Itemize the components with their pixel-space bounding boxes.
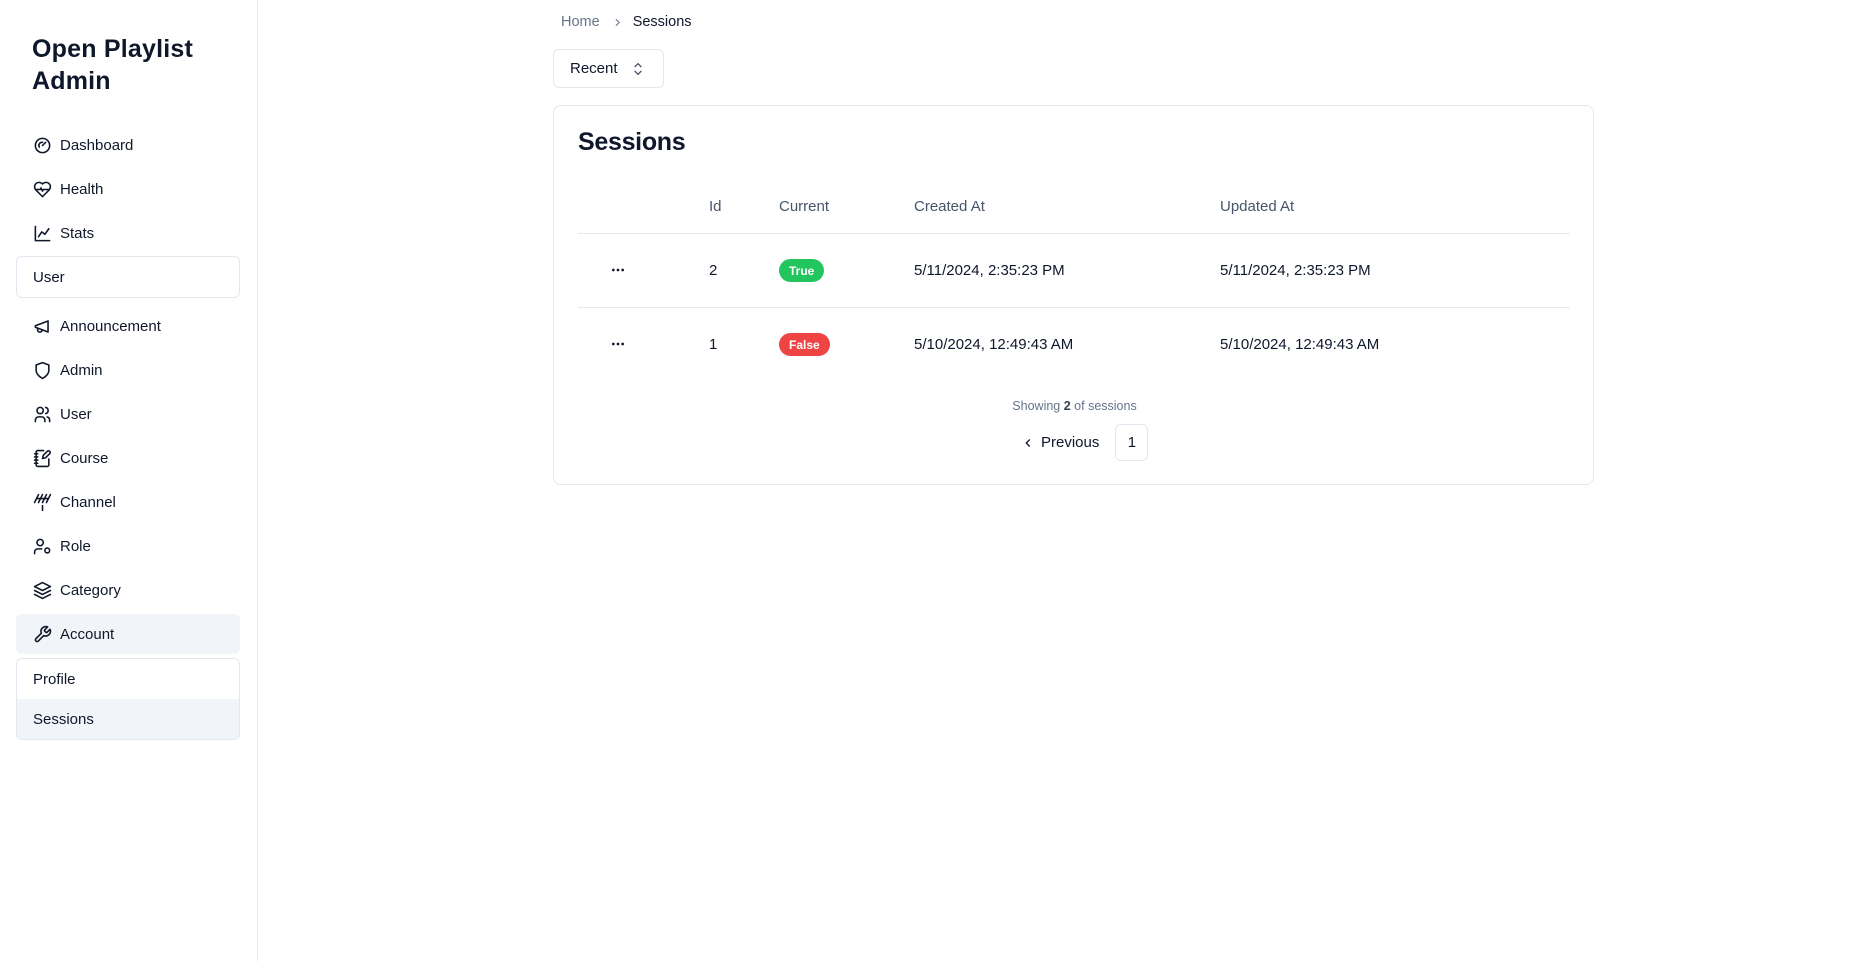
sidebar-item-admin[interactable]: Admin [16, 350, 240, 390]
chevron-left-icon [1025, 438, 1031, 447]
user-cog-icon [32, 536, 52, 556]
breadcrumb-current: Sessions [632, 14, 692, 30]
sidebar-item-label: Admin [60, 361, 103, 379]
sidebar-item-course[interactable]: Course [16, 438, 240, 478]
sidebar-item-label: Sessions [33, 710, 94, 728]
status-badge: False [779, 333, 830, 356]
sidebar-item-user[interactable]: User [16, 394, 240, 434]
users-icon [32, 404, 52, 424]
sidebar-item-label: User [60, 405, 92, 423]
results-count: 2 [1063, 399, 1071, 413]
sidebar-item-label: Role [60, 537, 91, 555]
row-actions-icon[interactable] [608, 334, 628, 354]
page-title: Sessions [578, 128, 686, 156]
sort-select-value: Recent [570, 60, 618, 77]
sidebar-group-account: Profile Sessions [16, 658, 240, 740]
sidebar-item-label: Dashboard [60, 136, 134, 154]
table-header: Id Current Created At Updated At [578, 178, 1570, 234]
page-button-1[interactable]: 1 [1115, 424, 1149, 461]
sidebar-subitem-profile[interactable]: Profile [17, 659, 239, 699]
previous-page-button[interactable]: Previous [1013, 424, 1111, 461]
sidebar-item-label: Account [60, 625, 115, 643]
chevron-right-icon [611, 16, 624, 29]
megaphone-icon [32, 316, 52, 336]
sidebar-item-category[interactable]: Category [16, 570, 240, 610]
row-actions-icon[interactable] [608, 260, 628, 280]
table-row: 1 False 5/10/2024, 12:49:43 AM 5/10/2024… [578, 308, 1570, 382]
column-header-current: Current [779, 198, 830, 215]
sidebar-subitem-sessions[interactable]: Sessions [17, 699, 239, 739]
pagination: Previous 1 [1013, 424, 1149, 461]
sidebar-item-role[interactable]: Role [16, 526, 240, 566]
notebook-pen-icon [32, 448, 52, 468]
cell-created-at: 5/11/2024, 2:35:23 PM [914, 262, 1065, 279]
cell-id: 1 [709, 336, 718, 353]
sidebar: Open Playlist Admin Dashboard Health Sta… [0, 0, 258, 961]
table-row: 2 True 5/11/2024, 2:35:23 PM 5/11/2024, … [578, 234, 1570, 308]
sort-select[interactable]: Recent [553, 49, 664, 88]
cell-updated-at: 5/11/2024, 2:35:23 PM [1220, 262, 1371, 279]
results-summary-prefix: Showing [1012, 399, 1061, 413]
sidebar-item-label: Course [60, 449, 109, 467]
sidebar-item-account[interactable]: Account [16, 614, 240, 654]
layers-icon [32, 580, 52, 600]
cell-id: 2 [709, 262, 718, 279]
sidebar-item-label: Stats [60, 224, 95, 242]
cell-created-at: 5/10/2024, 12:49:43 AM [914, 336, 1074, 353]
sidebar-item-channel[interactable]: Channel [16, 482, 240, 522]
antenna-icon [32, 492, 52, 512]
sidebar-item-label: Health [60, 180, 104, 198]
column-header-updated-at: Updated At [1220, 198, 1295, 215]
sidebar-item-dashboard[interactable]: Dashboard [16, 125, 240, 165]
breadcrumb-home-link[interactable]: Home [561, 14, 600, 30]
sidebar-item-label: Channel [60, 493, 116, 511]
sidebar-item-label: Category [60, 581, 121, 599]
gauge-icon [32, 135, 52, 155]
line-chart-icon [32, 223, 52, 243]
sidebar-group-user: User [16, 256, 240, 298]
wrench-icon [32, 624, 52, 644]
app-title: Open Playlist Admin [32, 35, 193, 95]
results-summary: Showing 2 of sessions [554, 399, 1595, 413]
results-summary-suffix: of sessions [1074, 399, 1137, 413]
chevrons-up-down-icon [630, 61, 646, 77]
sidebar-item-stats[interactable]: Stats [16, 213, 240, 253]
sidebar-subitem-user[interactable]: User [17, 257, 239, 297]
sidebar-item-health[interactable]: Health [16, 169, 240, 209]
sidebar-item-label: Profile [33, 670, 76, 688]
breadcrumb: Home Sessions [561, 13, 692, 31]
column-header-created-at: Created At [914, 198, 985, 215]
sidebar-item-label: Announcement [60, 317, 161, 335]
column-header-id: Id [709, 198, 722, 215]
status-badge: True [779, 259, 825, 282]
heart-pulse-icon [32, 179, 52, 199]
sidebar-item-label: User [33, 268, 65, 286]
cell-updated-at: 5/10/2024, 12:49:43 AM [1220, 336, 1380, 353]
sidebar-item-announcement[interactable]: Announcement [16, 306, 240, 346]
previous-page-label: Previous [1041, 434, 1100, 451]
shield-icon [32, 360, 52, 380]
sessions-card: Sessions Id Current Created At Updated A… [553, 105, 1594, 485]
